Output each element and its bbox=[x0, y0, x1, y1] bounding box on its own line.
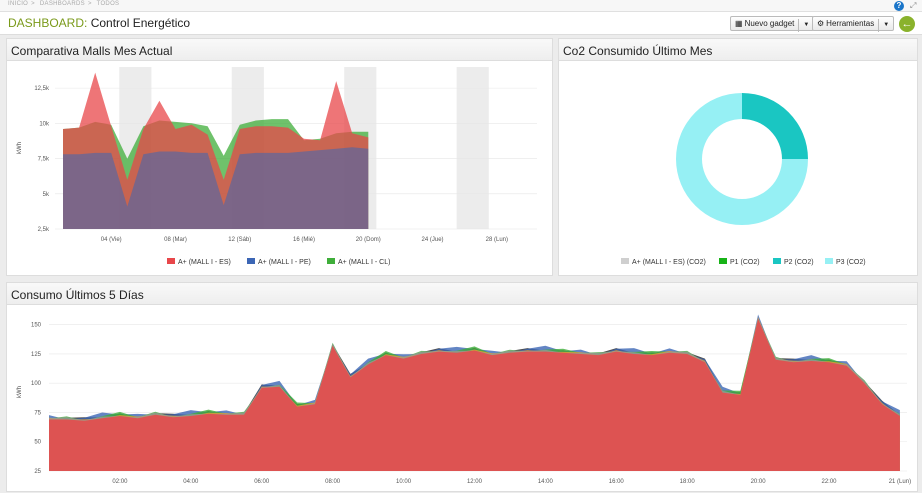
page-title-prefix: DASHBOARD: bbox=[8, 16, 88, 30]
chevron-down-icon: ▼ bbox=[878, 19, 889, 32]
y-axis-label: kWh bbox=[17, 386, 23, 398]
legend-label: P3 (CO2) bbox=[836, 259, 866, 266]
fullscreen-icon[interactable]: ⤢ bbox=[910, 1, 916, 11]
x-tick-label: 16 (Mié) bbox=[293, 237, 315, 243]
x-tick-label: 24 (Jue) bbox=[422, 237, 444, 243]
x-tick-label: 20 (Dom) bbox=[356, 237, 381, 243]
breadcrumb: INICIO > DASHBOARDS > TODOS bbox=[8, 1, 120, 7]
legend-label: A+ (MALL I - PE) bbox=[258, 259, 311, 266]
x-tick-label: 04:00 bbox=[183, 479, 199, 485]
y-tick-label: 125 bbox=[31, 352, 42, 358]
breadcrumb-item-todos[interactable]: TODOS bbox=[97, 1, 120, 7]
panel-co2: Co2 Consumido Último Mes A+ (MALL I - ES… bbox=[558, 38, 918, 276]
legend-swatch bbox=[327, 258, 335, 264]
y-tick-label: 150 bbox=[31, 323, 42, 329]
y-tick-label: 25 bbox=[34, 469, 41, 475]
legend-label: A+ (MALL I - ES) bbox=[178, 259, 231, 266]
gear-icon: ⚙ bbox=[817, 19, 825, 28]
x-tick-label: 14:00 bbox=[538, 479, 554, 485]
breadcrumb-item-dashboards[interactable]: DASHBOARDS bbox=[40, 1, 85, 7]
breadcrumb-item-inicio[interactable]: INICIO bbox=[8, 1, 28, 7]
legend-swatch bbox=[247, 258, 255, 264]
y-tick-label: 7,5k bbox=[38, 157, 50, 163]
legend-label: P1 (CO2) bbox=[730, 259, 760, 266]
pie-slice bbox=[742, 93, 808, 159]
panel-title-days: Consumo Últimos 5 Días bbox=[7, 283, 917, 305]
x-tick-label: 21 (Lun) bbox=[889, 479, 911, 485]
legend-label: A+ (MALL I - CL) bbox=[338, 259, 390, 266]
chevron-down-icon: ▼ bbox=[798, 19, 809, 32]
x-tick-label: 20:00 bbox=[751, 479, 767, 485]
legend-swatch bbox=[167, 258, 175, 264]
y-tick-label: 2,5k bbox=[38, 227, 50, 233]
legend-swatch bbox=[773, 258, 781, 264]
malls-chart: 2,5k 5k 7,5k 10k 12,5k kWh 04 (Vie) 08 (Mar) 12 … bbox=[17, 67, 537, 266]
gadget-icon: ▦ bbox=[735, 19, 743, 28]
y-tick-label: 50 bbox=[34, 440, 41, 446]
back-arrow-icon[interactable]: ← bbox=[899, 16, 915, 32]
x-tick-label: 06:00 bbox=[254, 479, 270, 485]
panel-title-malls: Comparativa Malls Mes Actual bbox=[7, 39, 552, 61]
help-icon[interactable]: ? bbox=[894, 1, 904, 11]
x-tick-label: 02:00 bbox=[112, 479, 128, 485]
panel-malls: Comparativa Malls Mes Actual 2,5k 5k 7,5k 1… bbox=[6, 38, 553, 276]
weekend-band bbox=[456, 67, 489, 229]
legend-swatch bbox=[719, 258, 727, 264]
add-gadget-label: Nuevo gadget bbox=[744, 19, 795, 28]
x-tick-label: 10:00 bbox=[396, 479, 412, 485]
x-tick-label: 28 (Lun) bbox=[486, 237, 508, 243]
x-tick-label: 22:00 bbox=[821, 479, 837, 485]
page-title-main: Control Energético bbox=[90, 16, 191, 30]
y-tick-label: 75 bbox=[34, 410, 41, 416]
y-tick-label: 100 bbox=[31, 381, 42, 387]
y-tick-label: 5k bbox=[43, 192, 50, 198]
page-title: DASHBOARD: Control Energético bbox=[8, 16, 190, 30]
page-header: DASHBOARD: Control Energético ▦ Nuevo gad… bbox=[0, 12, 922, 35]
legend-label: A+ (MALL I - ES) (CO2) bbox=[632, 259, 706, 266]
x-tick-label: 16:00 bbox=[609, 479, 625, 485]
co2-chart: A+ (MALL I - ES) (CO2) P1 (CO2) P2 (CO2) P3… bbox=[621, 93, 866, 266]
add-gadget-button[interactable]: ▦ Nuevo gadget ▼ bbox=[730, 16, 815, 32]
x-tick-label: 18:00 bbox=[680, 479, 696, 485]
x-tick-label: 12:00 bbox=[467, 479, 483, 485]
y-tick-label: 10k bbox=[39, 121, 50, 127]
series-area-layer bbox=[49, 318, 900, 471]
days-chart: 25 50 75 100 125 150 kWh 02:00 04:00 06:00 08:00 10… bbox=[17, 314, 911, 485]
panel-days: Consumo Últimos 5 Días 25 50 75 100 125 150 kW… bbox=[6, 282, 918, 492]
y-tick-label: 12,5k bbox=[34, 86, 50, 92]
tools-label: Herramientas bbox=[826, 19, 875, 28]
tools-button[interactable]: ⚙ Herramientas ▼ bbox=[812, 16, 895, 32]
legend-label: P2 (CO2) bbox=[784, 259, 814, 266]
legend-swatch bbox=[825, 258, 833, 264]
x-tick-label: 04 (Vie) bbox=[101, 237, 122, 243]
legend-swatch bbox=[621, 258, 629, 264]
y-axis-label: kWh bbox=[17, 142, 23, 154]
panel-title-co2: Co2 Consumido Último Mes bbox=[559, 39, 917, 61]
x-tick-label: 08 (Mar) bbox=[164, 237, 187, 243]
x-tick-label: 08:00 bbox=[325, 479, 341, 485]
x-tick-label: 12 (Sáb) bbox=[228, 237, 251, 243]
top-bar: INICIO > DASHBOARDS > TODOS ? ⤢ bbox=[0, 0, 922, 12]
